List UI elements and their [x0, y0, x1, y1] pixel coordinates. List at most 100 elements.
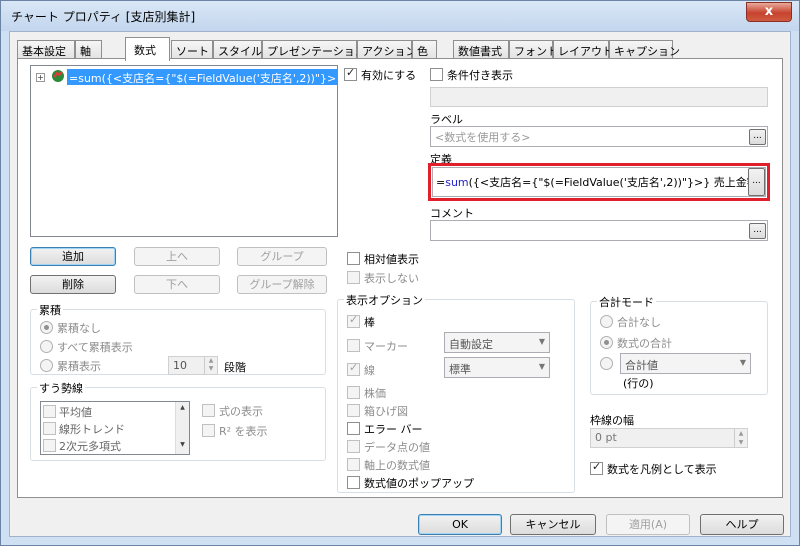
- stock-checkbox[interactable]: [347, 386, 360, 399]
- group-button[interactable]: グループ: [237, 247, 327, 266]
- box-label: 箱ひげ図: [364, 405, 408, 418]
- total-mode-title: 合計モード: [597, 294, 656, 310]
- display-options-title: 表示オプション: [344, 292, 425, 308]
- total-none-radio[interactable]: [600, 315, 613, 328]
- tab-colors[interactable]: 色: [412, 40, 437, 60]
- tab-font[interactable]: フォント: [509, 40, 558, 60]
- tab-layout[interactable]: レイアウト: [553, 40, 613, 60]
- comment-ellipsis-button[interactable]: ...: [749, 223, 766, 239]
- error-bars-checkbox[interactable]: [347, 422, 360, 435]
- sum-select[interactable]: 合計値 ▼: [620, 353, 751, 374]
- marker-checkbox[interactable]: [347, 339, 360, 352]
- ok-button[interactable]: OK: [418, 514, 502, 535]
- accumulate-all-radio[interactable]: [40, 340, 53, 353]
- chevron-down-icon: ▼: [739, 358, 746, 367]
- line-label: 線: [364, 364, 375, 377]
- steps-spinner[interactable]: ▲ ▼: [204, 357, 217, 374]
- border-width-input[interactable]: 0 pt: [590, 428, 748, 448]
- stock-label: 株価: [364, 387, 386, 400]
- expr-total-label: 数式の合計: [617, 337, 672, 350]
- marker-select-value: 自動設定: [449, 338, 493, 351]
- definition-ellipsis-button[interactable]: ...: [748, 168, 765, 196]
- trend-linear-checkbox[interactable]: [43, 422, 56, 435]
- enable-checkbox[interactable]: ✓: [344, 66, 357, 81]
- trend-scrollbar[interactable]: ▲ ▼: [175, 402, 189, 454]
- trend-linear-label: 線形トレンド: [59, 423, 125, 436]
- expression-icon: [51, 69, 65, 83]
- expr-total-radio[interactable]: [600, 336, 613, 349]
- label-input[interactable]: <数式を使用する>: [430, 126, 768, 147]
- cancel-button[interactable]: キャンセル: [510, 514, 596, 535]
- delete-button[interactable]: 削除: [30, 275, 116, 294]
- comment-input[interactable]: [430, 220, 768, 241]
- accumulation-title: 累積: [37, 302, 63, 318]
- marker-label: マーカー: [364, 340, 408, 353]
- conditional-label: 条件付き表示: [447, 69, 513, 82]
- tab-basic[interactable]: 基本設定: [17, 40, 75, 60]
- down-button[interactable]: 下へ: [134, 275, 220, 294]
- values-on-axis-checkbox[interactable]: [347, 458, 360, 471]
- tab-number[interactable]: 数値書式: [453, 40, 509, 60]
- trend-poly2-label: 2次元多項式: [59, 440, 121, 453]
- accumulate-all-label: すべて累積表示: [57, 341, 133, 354]
- trend-average-checkbox[interactable]: [43, 405, 56, 418]
- expression-tree[interactable]: + =sum({<支店名={"$(=FieldValue('支店名',2))"}…: [30, 65, 338, 237]
- line-select[interactable]: 標準 ▼: [444, 357, 550, 378]
- accumulate-none-radio[interactable]: [40, 321, 53, 334]
- accumulate-none-label: 累積なし: [57, 322, 101, 335]
- show-r2-checkbox[interactable]: [202, 424, 215, 437]
- ungroup-button[interactable]: グループ解除: [237, 275, 327, 294]
- help-button[interactable]: ヘルプ: [700, 514, 784, 535]
- definition-rest: ({<支店名={"$(=FieldValue('支店名',2))"}>} 売上金…: [468, 176, 763, 189]
- sum-rows-radio[interactable]: [600, 357, 613, 370]
- definition-eq: =: [436, 176, 446, 189]
- border-width-title: 枠線の幅: [590, 414, 634, 427]
- border-width-spinner[interactable]: ▲ ▼: [734, 429, 747, 447]
- definition-input[interactable]: =sum({<支店名={"$(=FieldValue('支店名',2))"}>}…: [432, 167, 766, 197]
- bar-checkbox[interactable]: ✓: [347, 313, 360, 328]
- expand-toggle[interactable]: +: [36, 73, 45, 82]
- show-formula-checkbox[interactable]: [202, 404, 215, 417]
- close-button[interactable]: x: [746, 2, 792, 22]
- expressions-panel: + =sum({<支店名={"$(=FieldValue('支店名',2))"}…: [17, 58, 783, 498]
- legend-checkbox[interactable]: ✓: [590, 460, 603, 475]
- popup-checkbox[interactable]: [347, 476, 360, 489]
- tab-axis[interactable]: 軸: [75, 40, 102, 60]
- up-button[interactable]: 上へ: [134, 247, 220, 266]
- error-bars-label: エラー バー: [364, 423, 423, 436]
- sum-select-value: 合計値: [625, 359, 658, 372]
- conditional-checkbox[interactable]: [430, 68, 443, 81]
- trend-average-label: 平均値: [59, 406, 92, 419]
- tab-caption[interactable]: キャプション: [609, 40, 680, 60]
- title-bar: チャート プロパティ [支店別集計] x: [1, 1, 799, 31]
- expression-item[interactable]: =sum({<支店名={"$(=FieldValue('支店名',2))"}>}…: [67, 69, 337, 85]
- line-checkbox[interactable]: ✓: [347, 361, 360, 376]
- box-checkbox[interactable]: [347, 404, 360, 417]
- marker-select[interactable]: 自動設定 ▼: [444, 332, 550, 353]
- definition-func: sum: [445, 176, 469, 189]
- tab-sort[interactable]: ソート: [171, 40, 213, 60]
- trend-poly2-checkbox[interactable]: [43, 439, 56, 452]
- legend-label: 数式を凡例として表示: [607, 463, 717, 476]
- label-ellipsis-button[interactable]: ...: [749, 129, 766, 145]
- tab-actions[interactable]: アクション: [357, 40, 416, 60]
- label-title: ラベル: [430, 113, 463, 126]
- show-formula-label: 式の表示: [219, 405, 263, 418]
- tab-presentation[interactable]: プレゼンテーション: [262, 40, 366, 60]
- tab-expressions[interactable]: 数式: [125, 37, 170, 61]
- trendlines-list[interactable]: 平均値 線形トレンド 2次元多項式 ▲ ▼: [40, 401, 190, 455]
- trendlines-title: すう勢線: [37, 380, 85, 396]
- relative-checkbox[interactable]: [347, 252, 360, 265]
- show-r2-label: R² を表示: [219, 425, 268, 438]
- add-button[interactable]: 追加: [30, 247, 116, 266]
- invisible-checkbox[interactable]: [347, 271, 360, 284]
- chevron-down-icon: ▼: [538, 337, 545, 346]
- value-on-data-checkbox[interactable]: [347, 440, 360, 453]
- accumulate-show-radio[interactable]: [40, 359, 53, 372]
- apply-button[interactable]: 適用(A): [606, 514, 690, 535]
- tab-style[interactable]: スタイル: [213, 40, 262, 60]
- line-select-value: 標準: [449, 363, 471, 376]
- conditional-input[interactable]: [430, 87, 768, 107]
- value-on-data-label: データ点の値: [364, 441, 430, 454]
- enable-label: 有効にする: [361, 69, 417, 82]
